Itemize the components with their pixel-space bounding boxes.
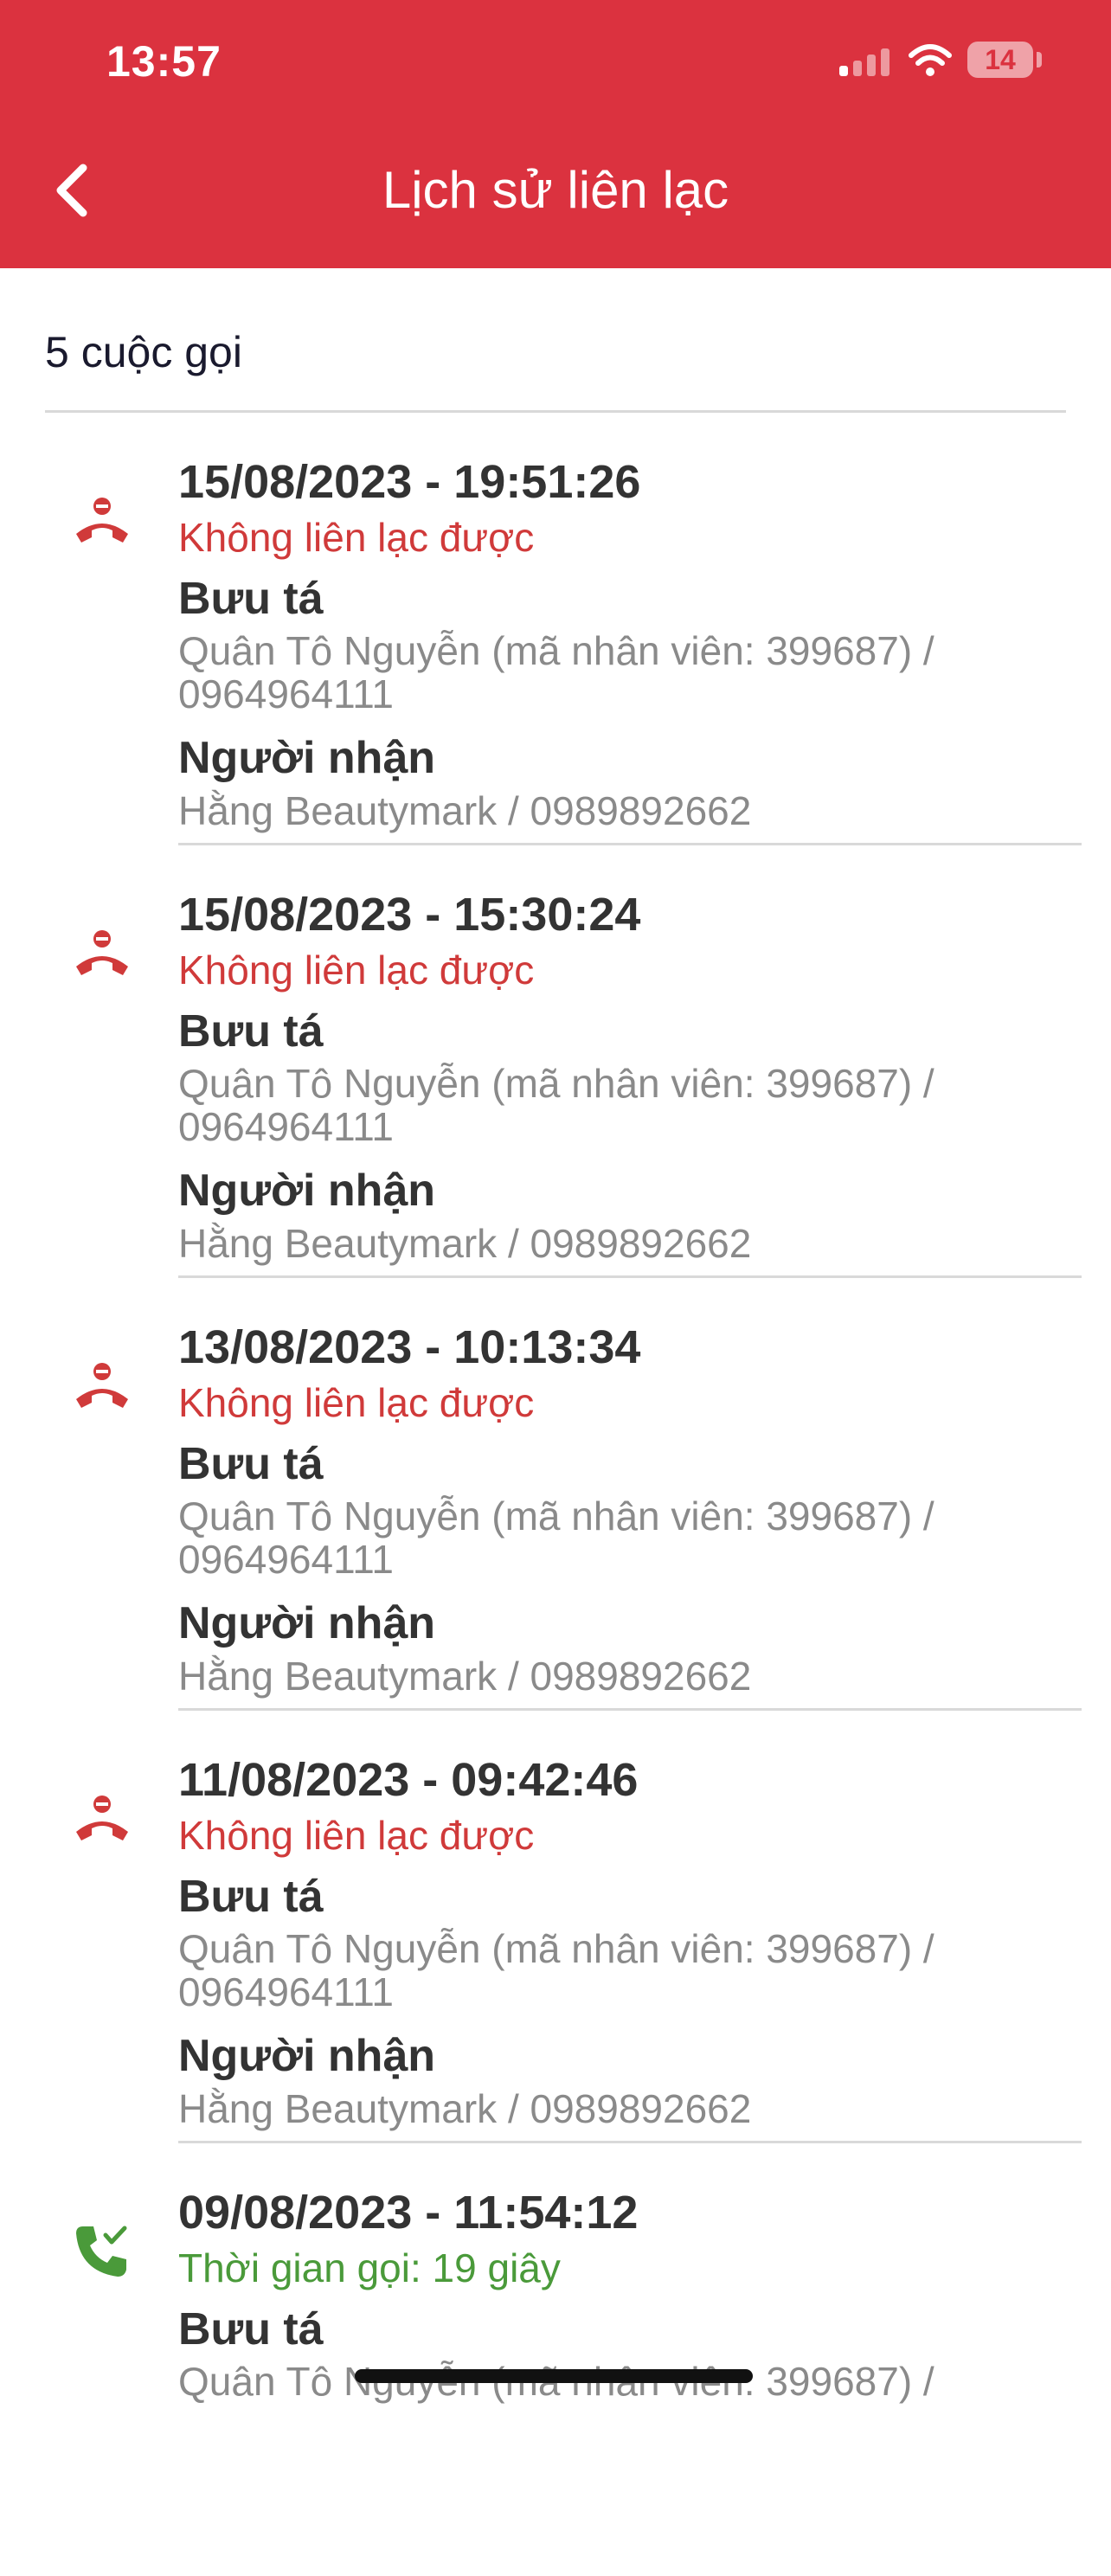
call-status: Không liên lạc được — [178, 1380, 535, 1425]
call-count: 5 cuộc gọi — [45, 328, 242, 376]
postman-label: Bưu tá — [178, 574, 324, 624]
missed-call-icon — [76, 498, 128, 543]
recipient-info: Hằng Beautymark / 0989892662 — [178, 1654, 752, 1699]
call-datetime: 15/08/2023 - 15:30:24 — [178, 889, 641, 941]
call-status: Không liên lạc được — [178, 948, 535, 992]
call-status: Không liên lạc được — [178, 1813, 535, 1858]
call-status: Không liên lạc được — [178, 515, 535, 560]
call-item[interactable]: 09/08/2023 - 11:54:12 Thời gian gọi: 19 … — [0, 2143, 1111, 2576]
battery-indicator: 14 — [967, 42, 1033, 78]
postman-label: Bưu tá — [178, 1006, 324, 1057]
cellular-signal-icon — [839, 47, 893, 76]
wifi-icon — [909, 44, 952, 76]
postman-label: Bưu tá — [178, 2304, 324, 2354]
battery-tip — [1037, 52, 1042, 67]
recipient-info: Hằng Beautymark / 0989892662 — [178, 2086, 752, 2131]
status-time: 13:57 — [106, 37, 222, 86]
app-header: 13:57 14 Lịch sử liên lạc — [0, 0, 1111, 268]
postman-info: Quân Tô Nguyễn (mã nhân viên: 399687) / … — [178, 1494, 934, 1582]
call-datetime: 11/08/2023 - 09:42:46 — [178, 1754, 639, 1806]
call-item[interactable]: 11/08/2023 - 09:42:46 Không liên lạc đượ… — [0, 1711, 1111, 2143]
call-item[interactable]: 15/08/2023 - 19:51:26 Không liên lạc đượ… — [0, 413, 1111, 845]
postman-info: Quân Tô Nguyễn (mã nhân viên: 399687) / … — [178, 1926, 934, 2014]
postman-label: Bưu tá — [178, 1872, 324, 1922]
call-history-list: 15/08/2023 - 19:51:26 Không liên lạc đượ… — [0, 413, 1111, 2576]
call-datetime: 15/08/2023 - 19:51:26 — [178, 456, 641, 508]
postman-info: Quân Tô Nguyễn (mã nhân viên: 399687) / … — [178, 628, 934, 716]
call-item[interactable]: 13/08/2023 - 10:13:34 Không liên lạc đượ… — [0, 1278, 1111, 1711]
recipient-info: Hằng Beautymark / 0989892662 — [178, 788, 752, 833]
call-datetime: 09/08/2023 - 11:54:12 — [178, 2187, 639, 2239]
call-connected-icon — [76, 2226, 127, 2277]
postman-label: Bưu tá — [178, 1439, 324, 1489]
recipient-label: Người nhận — [178, 733, 436, 783]
call-status: Thời gian gọi: 19 giây — [178, 2245, 561, 2290]
call-item[interactable]: 15/08/2023 - 15:30:24 Không liên lạc đượ… — [0, 845, 1111, 1278]
missed-call-icon — [76, 930, 128, 975]
recipient-label: Người nhận — [178, 2031, 436, 2081]
home-indicator[interactable] — [355, 2369, 753, 2383]
recipient-label: Người nhận — [178, 1598, 436, 1648]
missed-call-icon — [76, 1795, 128, 1840]
postman-info: Quân Tô Nguyễn (mã nhân viên: 399687) / … — [178, 1061, 934, 1149]
recipient-info: Hằng Beautymark / 0989892662 — [178, 1221, 752, 1266]
page-title: Lịch sử liên lạc — [382, 161, 729, 219]
missed-call-icon — [76, 1363, 128, 1408]
recipient-label: Người nhận — [178, 1166, 436, 1216]
call-datetime: 13/08/2023 - 10:13:34 — [178, 1321, 641, 1373]
